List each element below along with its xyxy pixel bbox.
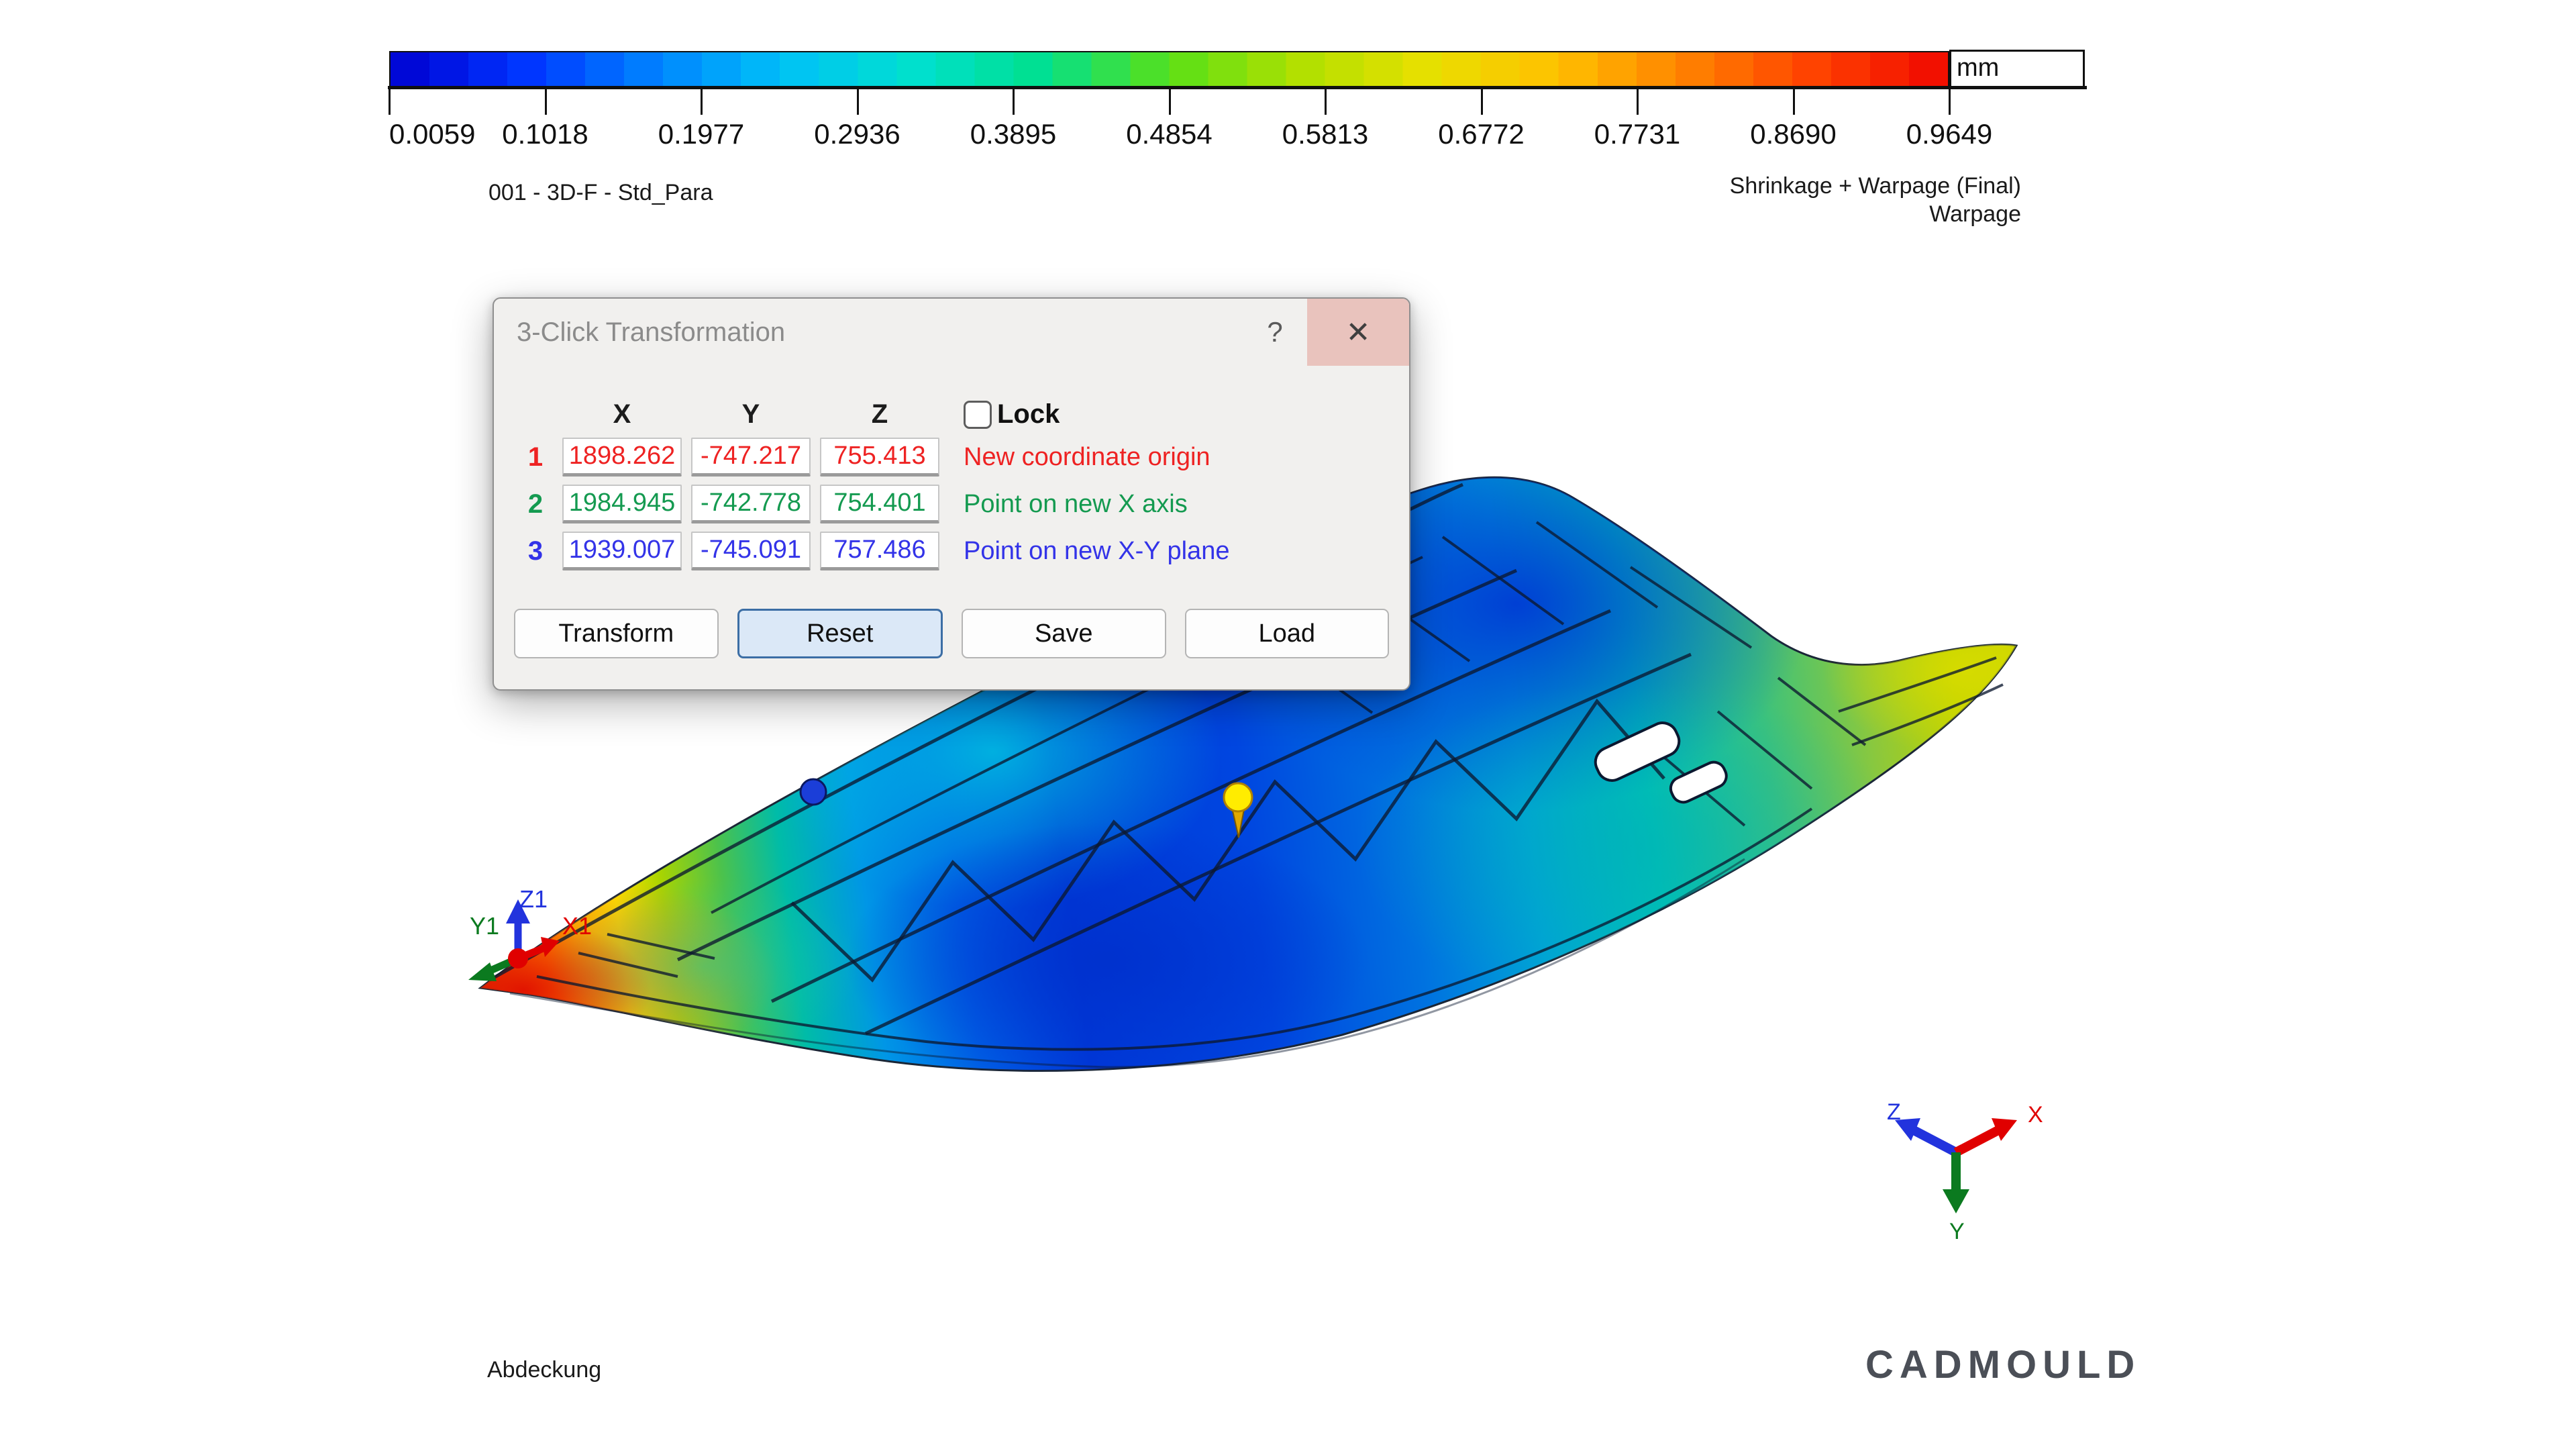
pick-point-blue-marker[interactable] <box>801 779 826 805</box>
lock-label: Lock <box>997 399 1060 430</box>
coord-input-x1[interactable] <box>562 438 682 477</box>
global-axis-x-label: X <box>2028 1102 2043 1128</box>
column-header-x: X <box>562 399 682 430</box>
close-button[interactable]: ✕ <box>1307 299 1409 366</box>
coord-input-z2[interactable] <box>820 485 939 523</box>
global-axis-indicator: Z X Y <box>1887 1099 2043 1244</box>
row-2-description: Point on new X axis <box>949 490 1390 519</box>
coord-input-y2[interactable] <box>691 485 811 523</box>
coord-input-y3[interactable] <box>691 532 811 570</box>
column-header-y: Y <box>691 399 811 430</box>
dialog-buttons: Transform Reset Save Load <box>514 609 1389 658</box>
lock-checkbox[interactable] <box>964 401 992 429</box>
load-button[interactable]: Load <box>1185 609 1390 658</box>
row-2-number: 2 <box>518 489 553 519</box>
save-button[interactable]: Save <box>962 609 1166 658</box>
coord-input-z1[interactable] <box>820 438 939 477</box>
coord-input-y1[interactable] <box>691 438 811 477</box>
row-1-description: New coordinate origin <box>949 443 1390 472</box>
row-3-description: Point on new X-Y plane <box>949 537 1390 566</box>
coord-input-z3[interactable] <box>820 532 939 570</box>
coord-input-x2[interactable] <box>562 485 682 523</box>
close-icon: ✕ <box>1346 315 1371 350</box>
three-click-transformation-dialog: 3-Click Transformation ? ✕ X Y Z Lock 1 N… <box>493 297 1410 691</box>
local-axis-z-label: Z1 <box>519 885 548 913</box>
row-3-number: 3 <box>518 536 553 566</box>
transform-button[interactable]: Transform <box>514 609 719 658</box>
dialog-title: 3-Click Transformation <box>494 299 1243 366</box>
local-axis-y-label: Y1 <box>470 912 499 940</box>
global-axis-z-label: Z <box>1887 1099 1901 1125</box>
column-header-z: Z <box>820 399 939 430</box>
coord-input-x3[interactable] <box>562 532 682 570</box>
dialog-titlebar[interactable]: 3-Click Transformation ? ✕ <box>494 299 1409 366</box>
help-button[interactable]: ? <box>1243 299 1307 366</box>
viewport-3d[interactable]: Z1 Y1 X1 Z X Y <box>0 0 2576 1449</box>
lock-cell: Lock <box>949 399 1390 430</box>
main-canvas: Z1 Y1 X1 Z X Y mm 0.00590.10180.19770.29… <box>0 0 2576 1449</box>
reset-button[interactable]: Reset <box>737 609 943 658</box>
local-axis-x-label: X1 <box>562 912 592 940</box>
coordinate-table: X Y Z Lock 1 New coordinate origin 2 Point … <box>518 399 1390 570</box>
row-1-number: 1 <box>518 442 553 472</box>
global-axis-y-label: Y <box>1949 1219 1965 1244</box>
